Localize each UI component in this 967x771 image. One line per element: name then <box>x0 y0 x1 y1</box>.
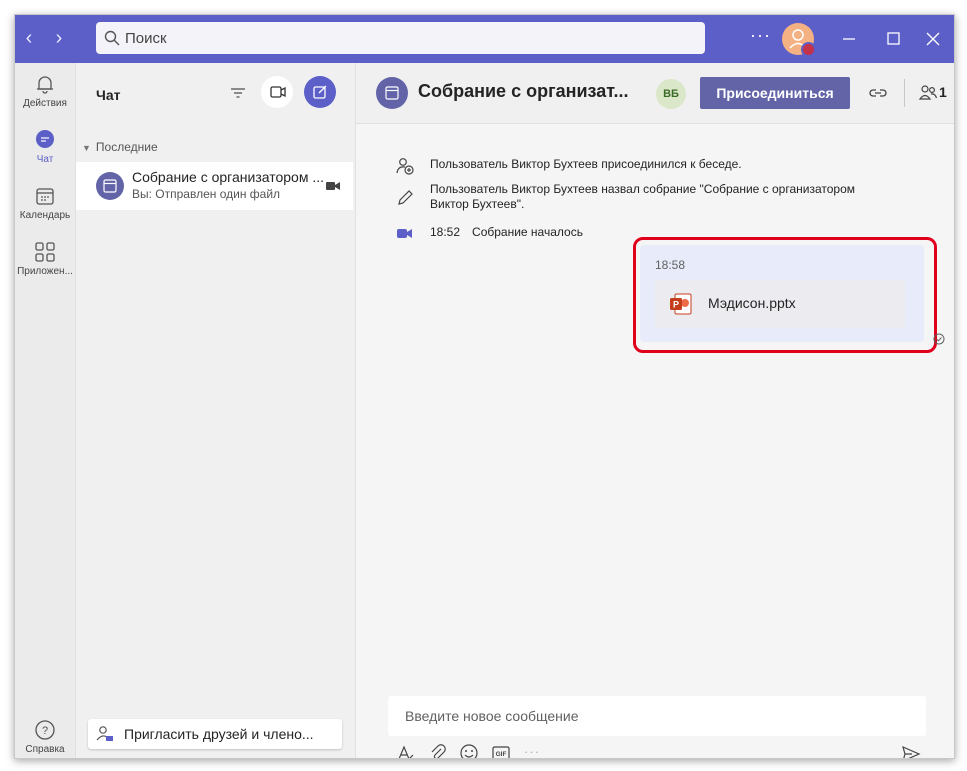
chat-list-title: Чат <box>96 87 121 103</box>
event-joined: Пользователь Виктор Бухтеев присоединилс… <box>430 157 742 171</box>
event-time: 18:52 <box>430 225 461 239</box>
chat-list-pane: Чат ▼ Последние Собрание с организатором … <box>76 63 356 758</box>
search-icon <box>104 30 120 46</box>
rail-label: Действия <box>23 98 67 109</box>
invite-person-icon <box>96 726 113 741</box>
close-button[interactable] <box>910 15 954 63</box>
filter-icon[interactable] <box>228 83 248 103</box>
event-renamed: Пользователь Виктор Бухтеев назвал собра… <box>430 182 855 212</box>
compose-icon <box>313 85 327 99</box>
svg-text:?: ? <box>42 725 48 737</box>
chat-name: Собрание с организатором ... <box>132 169 325 185</box>
attach-paperclip-icon[interactable] <box>428 743 448 759</box>
message-input[interactable]: Введите новое сообщение <box>388 696 926 736</box>
chevron-down-icon: ▼ <box>82 143 91 153</box>
calendar-icon <box>36 188 54 205</box>
rail-item-activity[interactable]: Действия <box>15 73 75 109</box>
chat-icon <box>36 130 54 148</box>
recent-section-toggle[interactable]: ▼ Последние <box>82 140 158 154</box>
status-busy-badge <box>801 42 816 57</box>
join-button[interactable]: Присоединиться <box>700 77 850 109</box>
meeting-calendar-icon <box>96 172 124 200</box>
person-add-icon <box>396 158 414 175</box>
event-meeting-started: 18:52 Собрание началось <box>430 225 583 240</box>
user-avatar[interactable] <box>782 23 816 57</box>
search-placeholder: Поиск <box>125 30 167 47</box>
rail-label: Справка <box>25 744 65 755</box>
conversation-header: Собрание с организат... ВБ Присоединитьс… <box>356 63 954 124</box>
read-receipt-icon <box>933 333 945 345</box>
rail-label: Чат <box>36 154 54 165</box>
new-chat-button[interactable] <box>304 76 336 108</box>
meeting-video-icon <box>397 229 412 238</box>
participant-avatar[interactable]: ВБ <box>656 79 686 109</box>
emoji-icon[interactable] <box>459 743 479 759</box>
help-icon: ? <box>35 720 55 740</box>
forward-arrow-icon[interactable]: › <box>49 28 69 48</box>
search-input[interactable]: Поиск <box>96 22 705 54</box>
red-highlight-frame <box>633 237 937 353</box>
people-icon[interactable] <box>918 83 938 103</box>
meeting-calendar-icon <box>376 77 408 109</box>
send-icon[interactable] <box>901 744 921 759</box>
conversation-title: Собрание с организат... <box>418 81 629 101</box>
chat-list-item[interactable]: Собрание с организатором ... Вы: Отправл… <box>76 162 353 210</box>
rail-item-apps[interactable]: Приложен... <box>15 241 75 277</box>
conversation-pane: Пользователь Виктор Бухтеев присоединилс… <box>356 124 954 758</box>
chat-preview: Вы: Отправлен один файл <box>132 187 281 201</box>
rail-label: Календарь <box>19 210 71 221</box>
rail-item-help[interactable]: ? Справка <box>15 719 75 755</box>
app-rail: Действия Чат Календарь Приложен... ? Спр… <box>15 63 76 758</box>
video-icon <box>270 86 286 98</box>
format-text-icon[interactable] <box>396 743 416 759</box>
apps-icon <box>35 242 55 262</box>
bell-icon <box>37 76 53 94</box>
video-camera-icon <box>326 182 340 190</box>
rail-item-chat[interactable]: Чат <box>15 129 75 165</box>
participant-count[interactable]: 1 <box>939 84 947 100</box>
title-bar: ‹ › Поиск ··· <box>15 15 954 63</box>
invite-label: Пригласить друзей и члено... <box>124 726 314 742</box>
close-icon <box>926 32 940 46</box>
message-input-placeholder: Введите новое сообщение <box>405 708 579 724</box>
teams-window: ‹ › Поиск ··· Действия Чат Календарь При… <box>14 14 955 759</box>
event-text: Собрание началось <box>472 225 583 239</box>
more-tools-icon[interactable]: ··· <box>524 744 540 758</box>
pencil-icon <box>398 190 413 205</box>
more-options-icon[interactable]: ··· <box>750 25 771 46</box>
rail-item-calendar[interactable]: Календарь <box>15 185 75 221</box>
back-arrow-icon[interactable]: ‹ <box>19 28 39 48</box>
section-label: Последние <box>95 140 158 154</box>
minimize-icon <box>843 38 855 40</box>
event-renamed-line2: Виктор Бухтеев". <box>430 197 525 211</box>
maximize-button[interactable] <box>871 15 915 63</box>
event-renamed-line1: Пользователь Виктор Бухтеев назвал собра… <box>430 182 856 196</box>
header-divider <box>904 79 905 107</box>
minimize-button[interactable] <box>827 15 871 63</box>
rail-label: Приложен... <box>17 266 73 277</box>
gif-icon[interactable]: GIF <box>491 743 511 759</box>
maximize-icon <box>887 32 900 45</box>
svg-text:GIF: GIF <box>496 751 507 758</box>
link-icon[interactable] <box>868 84 888 102</box>
invite-friends-button[interactable]: Пригласить друзей и члено... <box>88 719 342 749</box>
meet-now-button[interactable] <box>261 76 293 108</box>
